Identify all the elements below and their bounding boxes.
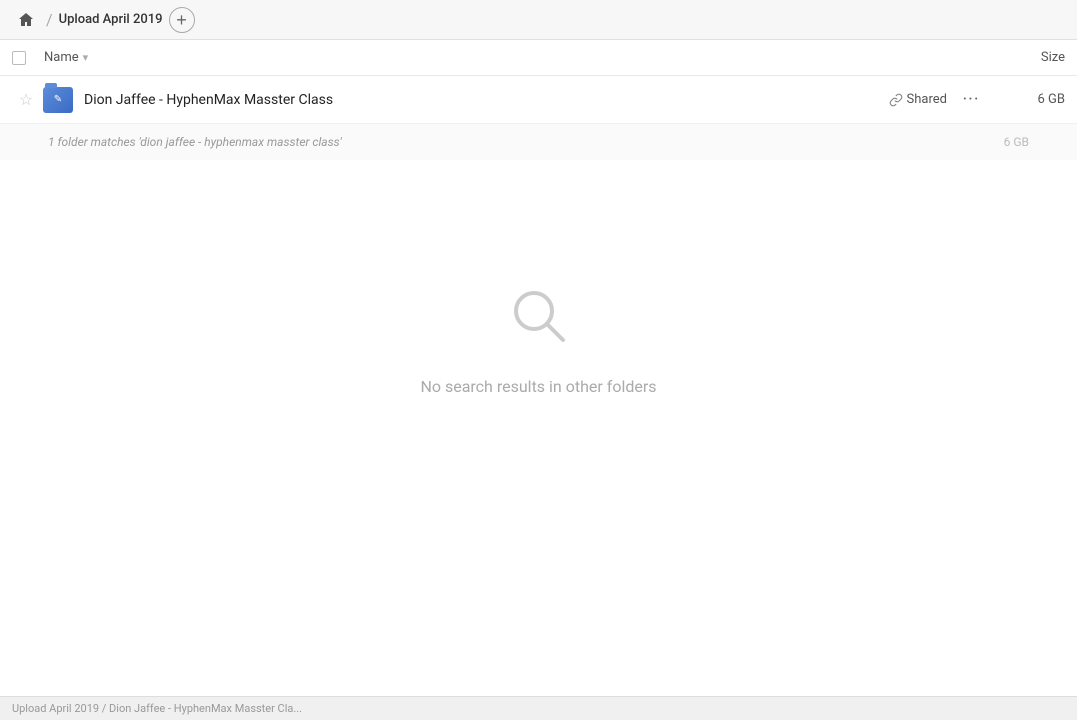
file-size: 6 GB (985, 92, 1065, 107)
search-info-row: 1 folder matches 'dion jaffee - hyphenma… (0, 124, 1077, 160)
search-empty-icon (507, 284, 571, 361)
shared-label: Shared (907, 92, 947, 107)
link-icon (889, 93, 903, 107)
search-icon (507, 284, 571, 348)
file-actions: Shared ··· (889, 86, 985, 114)
no-results-text: No search results in other folders (420, 377, 656, 396)
more-options-button[interactable]: ··· (957, 86, 985, 114)
status-bar: Upload April 2019 / Dion Jaffee - Hyphen… (0, 696, 1077, 720)
search-match-text: 1 folder matches 'dion jaffee - hyphenma… (48, 135, 1004, 149)
folder-icon: ✎ (40, 87, 76, 113)
pencil-icon: ✎ (54, 94, 62, 105)
star-button[interactable]: ☆ (12, 90, 40, 109)
no-results-area: No search results in other folders (0, 160, 1077, 520)
breadcrumb-separator: / (46, 10, 53, 29)
status-text: Upload April 2019 / Dion Jaffee - Hyphen… (12, 702, 302, 715)
shared-badge: Shared (889, 92, 947, 107)
folder-icon-box: ✎ (43, 87, 73, 113)
name-column-header[interactable]: Name ▾ (44, 50, 985, 65)
file-row[interactable]: ☆ ✎ Dion Jaffee - HyphenMax Masster Clas… (0, 76, 1077, 124)
select-all-checkbox-col (12, 51, 44, 65)
search-match-size: 6 GB (1004, 135, 1029, 149)
home-button[interactable] (12, 6, 40, 34)
breadcrumb-bar: / Upload April 2019 + (0, 0, 1077, 40)
breadcrumb-title: Upload April 2019 (59, 12, 163, 27)
add-button[interactable]: + (169, 7, 195, 33)
select-all-checkbox[interactable] (12, 51, 26, 65)
column-header-row: Name ▾ Size (0, 40, 1077, 76)
size-column-header: Size (985, 50, 1065, 65)
file-name: Dion Jaffee - HyphenMax Masster Class (76, 92, 889, 108)
